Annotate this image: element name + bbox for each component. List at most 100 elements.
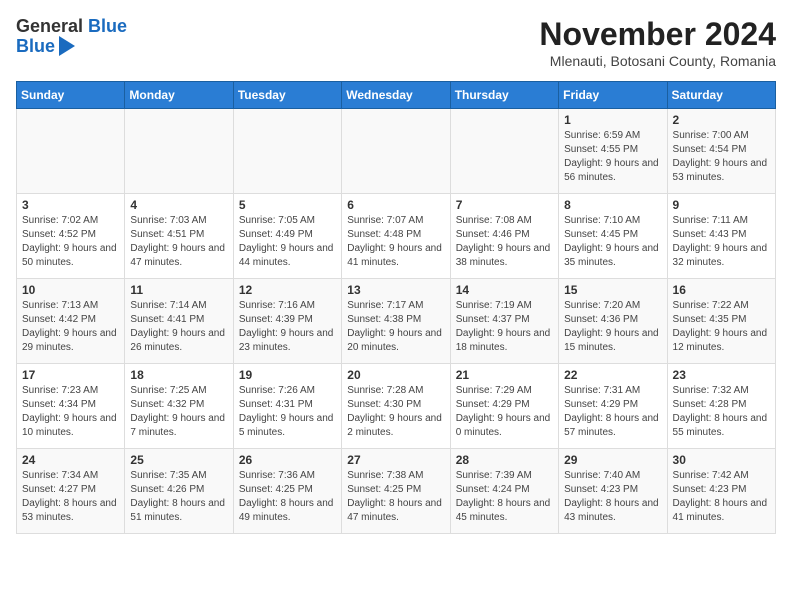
- calendar-cell: 21Sunrise: 7:29 AM Sunset: 4:29 PM Dayli…: [450, 364, 558, 449]
- day-number: 27: [347, 453, 444, 467]
- day-number: 24: [22, 453, 119, 467]
- day-number: 6: [347, 198, 444, 212]
- day-info: Sunrise: 7:22 AM Sunset: 4:35 PM Dayligh…: [673, 299, 770, 355]
- calendar-cell: 9 Sunrise: 7:11 AM Sunset: 4:43 PM Daylig…: [667, 194, 775, 279]
- calendar-cell: 13 Sunrise: 7:17 AM Sunset: 4:38 PM Dayli…: [342, 279, 450, 364]
- calendar-cell: 30 Sunrise: 7:42 AM Sunset: 4:23 PM Dayli…: [667, 449, 775, 534]
- day-number: 7: [456, 198, 553, 212]
- col-header-saturday: Saturday: [667, 82, 775, 109]
- day-info: Sunrise: 7:08 AM Sunset: 4:46 PM Dayligh…: [456, 214, 553, 270]
- col-header-tuesday: Tuesday: [233, 82, 341, 109]
- col-header-monday: Monday: [125, 82, 233, 109]
- calendar-cell: 18 Sunrise: 7:25 AM Sunset: 4:32 PM Dayli…: [125, 364, 233, 449]
- day-info: Sunrise: 7:03 AM Sunset: 4:51 PM Dayligh…: [130, 214, 227, 270]
- day-number: 23: [673, 368, 770, 382]
- calendar-cell: 24 Sunrise: 7:34 AM Sunset: 4:27 PM Dayli…: [17, 449, 125, 534]
- day-info: Sunrise: 7:36 AM Sunset: 4:25 PM Dayligh…: [239, 469, 336, 525]
- day-info: Sunrise: 7:11 AM Sunset: 4:43 PM Dayligh…: [673, 214, 770, 270]
- day-info: Sunrise: 7:17 AM Sunset: 4:38 PM Dayligh…: [347, 299, 444, 355]
- day-number: 28: [456, 453, 553, 467]
- day-info: Sunrise: 7:42 AM Sunset: 4:23 PM Dayligh…: [673, 469, 770, 525]
- calendar-cell: 15Sunrise: 7:20 AM Sunset: 4:36 PM Dayli…: [559, 279, 667, 364]
- logo-arrow: [59, 36, 75, 56]
- page-header: General Blue Blue November 2024 Mlenauti…: [16, 16, 776, 69]
- col-header-friday: Friday: [559, 82, 667, 109]
- day-info: Sunrise: 7:28 AM Sunset: 4:30 PM Dayligh…: [347, 384, 444, 440]
- calendar-cell: 16 Sunrise: 7:22 AM Sunset: 4:35 PM Dayli…: [667, 279, 775, 364]
- calendar-cell: [342, 109, 450, 194]
- calendar-cell: [17, 109, 125, 194]
- day-info: Sunrise: 7:13 AM Sunset: 4:42 PM Dayligh…: [22, 299, 119, 355]
- day-info: Sunrise: 7:10 AM Sunset: 4:45 PM Dayligh…: [564, 214, 661, 270]
- day-number: 1: [564, 113, 661, 127]
- day-info: Sunrise: 7:40 AM Sunset: 4:23 PM Dayligh…: [564, 469, 661, 525]
- calendar-cell: 11Sunrise: 7:14 AM Sunset: 4:41 PM Dayli…: [125, 279, 233, 364]
- day-number: 9: [673, 198, 770, 212]
- day-info: Sunrise: 7:19 AM Sunset: 4:37 PM Dayligh…: [456, 299, 553, 355]
- calendar-cell: 28 Sunrise: 7:39 AM Sunset: 4:24 PM Dayli…: [450, 449, 558, 534]
- week-row-4: 17 Sunrise: 7:23 AM Sunset: 4:34 PM Dayli…: [17, 364, 776, 449]
- day-number: 2: [673, 113, 770, 127]
- calendar-table: SundayMondayTuesdayWednesdayThursdayFrid…: [16, 81, 776, 534]
- day-number: 22: [564, 368, 661, 382]
- title-block: November 2024 Mlenauti, Botosani County,…: [539, 16, 776, 69]
- day-number: 14: [456, 283, 553, 297]
- day-info: Sunrise: 7:02 AM Sunset: 4:52 PM Dayligh…: [22, 214, 119, 270]
- day-info: Sunrise: 7:14 AM Sunset: 4:41 PM Dayligh…: [130, 299, 227, 355]
- day-info: Sunrise: 7:23 AM Sunset: 4:34 PM Dayligh…: [22, 384, 119, 440]
- day-number: 5: [239, 198, 336, 212]
- calendar-body: 1 Sunrise: 6:59 AM Sunset: 4:55 PM Daylig…: [17, 109, 776, 534]
- month-title: November 2024: [539, 16, 776, 53]
- day-number: 21: [456, 368, 553, 382]
- day-info: Sunrise: 7:05 AM Sunset: 4:49 PM Dayligh…: [239, 214, 336, 270]
- day-number: 26: [239, 453, 336, 467]
- calendar-cell: 27 Sunrise: 7:38 AM Sunset: 4:25 PM Dayli…: [342, 449, 450, 534]
- day-number: 4: [130, 198, 227, 212]
- col-header-sunday: Sunday: [17, 82, 125, 109]
- calendar-cell: 20Sunrise: 7:28 AM Sunset: 4:30 PM Dayli…: [342, 364, 450, 449]
- week-row-3: 10 Sunrise: 7:13 AM Sunset: 4:42 PM Dayli…: [17, 279, 776, 364]
- calendar-cell: [233, 109, 341, 194]
- day-info: Sunrise: 7:39 AM Sunset: 4:24 PM Dayligh…: [456, 469, 553, 525]
- week-row-1: 1 Sunrise: 6:59 AM Sunset: 4:55 PM Daylig…: [17, 109, 776, 194]
- day-info: Sunrise: 7:34 AM Sunset: 4:27 PM Dayligh…: [22, 469, 119, 525]
- calendar-cell: 26 Sunrise: 7:36 AM Sunset: 4:25 PM Dayli…: [233, 449, 341, 534]
- day-number: 16: [673, 283, 770, 297]
- location: Mlenauti, Botosani County, Romania: [539, 53, 776, 69]
- day-info: Sunrise: 7:26 AM Sunset: 4:31 PM Dayligh…: [239, 384, 336, 440]
- calendar-cell: 4 Sunrise: 7:03 AM Sunset: 4:51 PM Daylig…: [125, 194, 233, 279]
- calendar-cell: 23 Sunrise: 7:32 AM Sunset: 4:28 PM Dayli…: [667, 364, 775, 449]
- day-number: 10: [22, 283, 119, 297]
- day-number: 29: [564, 453, 661, 467]
- calendar-header-row: SundayMondayTuesdayWednesdayThursdayFrid…: [17, 82, 776, 109]
- calendar-cell: 19 Sunrise: 7:26 AM Sunset: 4:31 PM Dayli…: [233, 364, 341, 449]
- day-info: Sunrise: 7:00 AM Sunset: 4:54 PM Dayligh…: [673, 129, 770, 185]
- calendar-cell: 29 Sunrise: 7:40 AM Sunset: 4:23 PM Dayli…: [559, 449, 667, 534]
- day-number: 17: [22, 368, 119, 382]
- day-number: 8: [564, 198, 661, 212]
- day-info: Sunrise: 7:35 AM Sunset: 4:26 PM Dayligh…: [130, 469, 227, 525]
- day-number: 30: [673, 453, 770, 467]
- calendar-cell: 17 Sunrise: 7:23 AM Sunset: 4:34 PM Dayli…: [17, 364, 125, 449]
- logo-text: General Blue Blue: [16, 16, 127, 57]
- week-row-2: 3Sunrise: 7:02 AM Sunset: 4:52 PM Daylig…: [17, 194, 776, 279]
- day-info: Sunrise: 7:07 AM Sunset: 4:48 PM Dayligh…: [347, 214, 444, 270]
- calendar-cell: 12Sunrise: 7:16 AM Sunset: 4:39 PM Dayli…: [233, 279, 341, 364]
- day-info: Sunrise: 7:25 AM Sunset: 4:32 PM Dayligh…: [130, 384, 227, 440]
- day-info: Sunrise: 6:59 AM Sunset: 4:55 PM Dayligh…: [564, 129, 661, 185]
- col-header-wednesday: Wednesday: [342, 82, 450, 109]
- calendar-cell: 6 Sunrise: 7:07 AM Sunset: 4:48 PM Daylig…: [342, 194, 450, 279]
- calendar-cell: 2 Sunrise: 7:00 AM Sunset: 4:54 PM Daylig…: [667, 109, 775, 194]
- calendar-cell: 8 Sunrise: 7:10 AM Sunset: 4:45 PM Daylig…: [559, 194, 667, 279]
- day-info: Sunrise: 7:32 AM Sunset: 4:28 PM Dayligh…: [673, 384, 770, 440]
- week-row-5: 24 Sunrise: 7:34 AM Sunset: 4:27 PM Dayli…: [17, 449, 776, 534]
- col-header-thursday: Thursday: [450, 82, 558, 109]
- calendar-cell: 10 Sunrise: 7:13 AM Sunset: 4:42 PM Dayli…: [17, 279, 125, 364]
- day-info: Sunrise: 7:38 AM Sunset: 4:25 PM Dayligh…: [347, 469, 444, 525]
- day-number: 13: [347, 283, 444, 297]
- calendar-cell: 5 Sunrise: 7:05 AM Sunset: 4:49 PM Daylig…: [233, 194, 341, 279]
- day-number: 19: [239, 368, 336, 382]
- day-number: 18: [130, 368, 227, 382]
- calendar-cell: 1 Sunrise: 6:59 AM Sunset: 4:55 PM Daylig…: [559, 109, 667, 194]
- day-info: Sunrise: 7:20 AM Sunset: 4:36 PM Dayligh…: [564, 299, 661, 355]
